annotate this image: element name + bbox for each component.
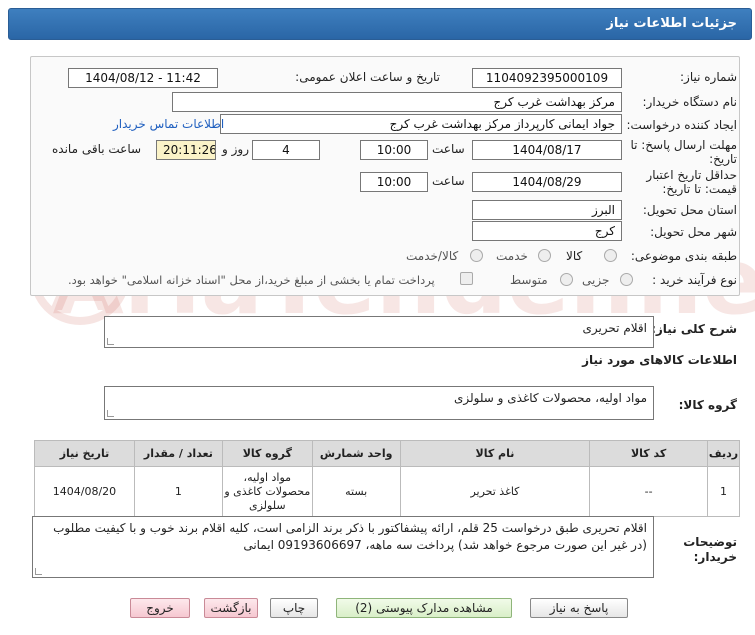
goods-group-text: مواد اولیه، محصولات کاغذی و سلولزی [453, 391, 647, 405]
summary-text: اقلام تحریری [582, 321, 647, 335]
validity-label: حداقل تاریخ اعتبار [646, 168, 737, 182]
table-row[interactable]: 1 -- کاغذ تحریر بسته مواد اولیه، محصولات… [34, 466, 740, 517]
category-goods-label: کالا [566, 249, 583, 263]
remaining-label: ساعت باقی مانده [52, 142, 142, 156]
need-number-field[interactable]: 1104092395000109 [472, 68, 622, 88]
col-unit-header: واحد شمارش [311, 440, 401, 467]
announce-label: تاریخ و ساعت اعلان عمومی: [295, 70, 440, 84]
summary-label: شرح کلی نیاز: [651, 322, 737, 336]
cell-date: 1404/08/20 [34, 466, 135, 517]
page-title: جزئیات اطلاعات نیاز [606, 16, 737, 31]
announce-datetime-field[interactable]: 1404/08/12 - 11:42 [68, 68, 218, 88]
col-name-header: نام کالا [399, 440, 591, 467]
validity-time-label: ساعت [432, 174, 465, 188]
days-label: روز و [222, 142, 249, 156]
buyer-org-label: نام دستگاه خریدار: [642, 95, 738, 109]
deadline-time-label: ساعت [432, 142, 465, 156]
deadline-label: مهلت ارسال پاسخ: تا [630, 138, 737, 152]
category-service-label: خدمت [496, 249, 528, 263]
category-goods-radio[interactable] [604, 249, 617, 262]
goods-group-textarea[interactable]: مواد اولیه، محصولات کاغذی و سلولزی [104, 386, 654, 420]
deadline-time-field[interactable]: 10:00 [360, 140, 428, 160]
view-attachments-button[interactable]: مشاهده مدارک پیوستی (2) [336, 598, 512, 618]
col-code-header: کد کالا [589, 440, 709, 467]
city-label: شهر محل تحویل: [650, 225, 737, 239]
need-number-label: شماره نیاز: [680, 70, 737, 84]
validity-date-field[interactable]: 1404/08/29 [472, 172, 622, 192]
province-label: استان محل تحویل: [642, 203, 737, 217]
category-label: طبقه بندی موضوعی: [630, 249, 737, 263]
reply-button[interactable]: پاسخ به نیاز [530, 598, 628, 618]
category-service-radio[interactable] [538, 249, 551, 262]
buyer-notes-text: اقلام تحریری طبق درخواست 25 قلم، ارائه پ… [53, 521, 647, 552]
goods-group-label: گروه کالا: [678, 398, 737, 412]
province-field[interactable]: البرز [472, 200, 622, 220]
category-goods-service-label: کالا/خدمت [406, 249, 459, 263]
days-remaining-field[interactable]: 4 [252, 140, 320, 160]
col-group-header: گروه کالا [221, 440, 313, 467]
requester-label: ایجاد کننده درخواست: [626, 118, 737, 132]
back-button[interactable]: بازگشت [204, 598, 258, 618]
items-table: ردیف کد کالا نام کالا واحد شمارش گروه کا… [34, 440, 740, 517]
remaining-time-field[interactable]: 20:11:26 [156, 140, 216, 160]
cell-name: کاغذ تحریر [399, 466, 591, 517]
process-minor-radio[interactable] [620, 273, 633, 286]
validity-label-2: قیمت: تا تاریخ: [662, 182, 737, 196]
process-minor-label: جزیی [582, 273, 610, 287]
resize-handle[interactable] [107, 338, 114, 345]
category-goods-service-radio[interactable] [470, 249, 483, 262]
cell-row: 1 [707, 466, 740, 517]
buyer-notes-label-2: خریدار: [693, 550, 737, 564]
contact-buyer-link[interactable]: اطلاعات تماس خریدار [113, 117, 224, 131]
process-label: نوع فرآیند خرید : [652, 273, 737, 287]
goods-info-title: اطلاعات کالاهای مورد نیاز [582, 353, 737, 367]
cell-group: مواد اولیه، محصولات کاغذی و سلولزی [221, 466, 313, 517]
resize-handle[interactable] [107, 410, 114, 417]
page-header: جزئیات اطلاعات نیاز [8, 8, 752, 40]
buyer-org-field[interactable]: مرکز بهداشت غرب کرج [172, 92, 622, 112]
treasury-payment-note: پرداخت تمام یا بخشی از مبلغ خرید،از محل … [68, 273, 435, 287]
treasury-payment-checkbox[interactable] [460, 272, 473, 285]
buyer-notes-textarea[interactable]: اقلام تحریری طبق درخواست 25 قلم، ارائه پ… [32, 516, 654, 578]
process-medium-label: متوسط [510, 273, 548, 287]
cell-qty: 1 [133, 466, 223, 517]
process-medium-radio[interactable] [560, 273, 573, 286]
resize-handle[interactable] [35, 568, 42, 575]
buyer-notes-label: توضیحات [683, 535, 737, 549]
deadline-label-2: تاریخ: [709, 152, 737, 166]
deadline-date-field[interactable]: 1404/08/17 [472, 140, 622, 160]
col-date-header: تاریخ نیاز [34, 440, 135, 467]
print-button[interactable]: چاپ [270, 598, 318, 618]
cell-unit: بسته [311, 466, 401, 517]
requester-field[interactable]: جواد ایمانی کارپرداز مرکز بهداشت غرب کرج [220, 114, 622, 134]
city-field[interactable]: کرج [472, 221, 622, 241]
summary-textarea[interactable]: اقلام تحریری [104, 316, 654, 348]
col-qty-header: تعداد / مقدار [133, 440, 223, 467]
exit-button[interactable]: خروج [130, 598, 190, 618]
col-row-header: ردیف [707, 440, 740, 467]
cell-code: -- [589, 466, 709, 517]
validity-time-field[interactable]: 10:00 [360, 172, 428, 192]
table-header-row: ردیف کد کالا نام کالا واحد شمارش گروه کا… [34, 440, 740, 467]
